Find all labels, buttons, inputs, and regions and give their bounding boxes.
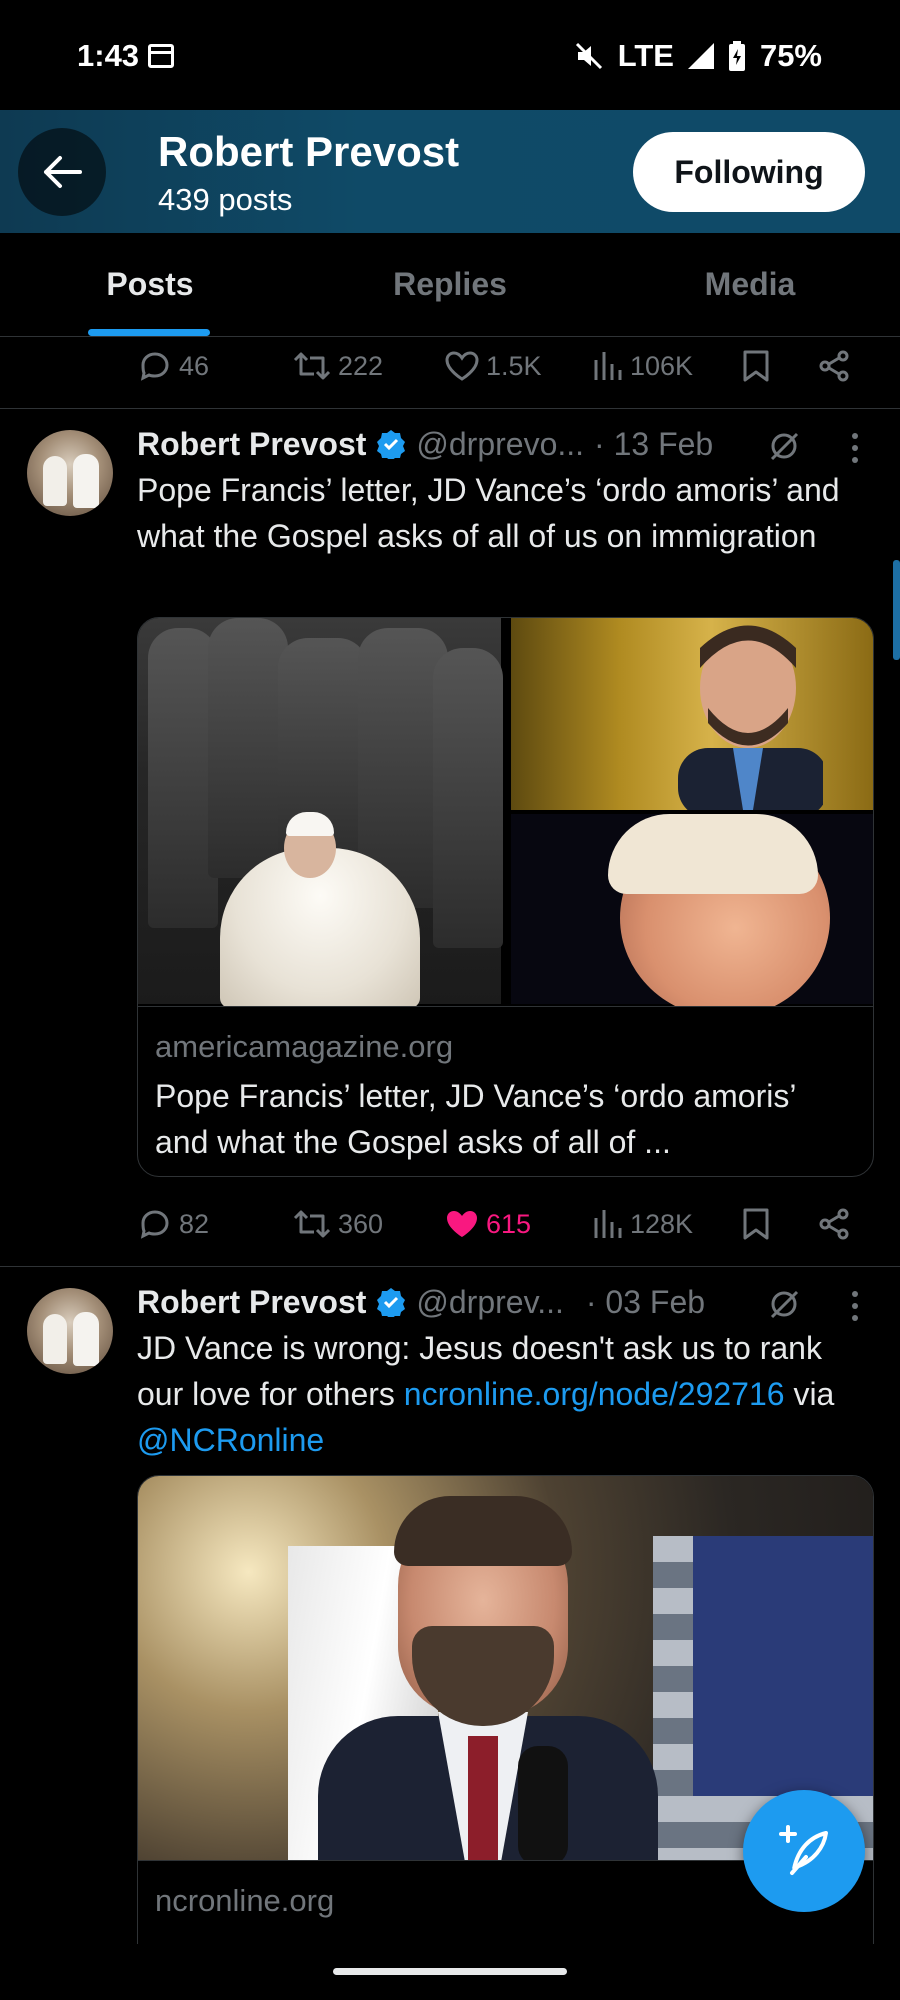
compose-button[interactable] — [743, 1790, 865, 1912]
views-icon — [594, 352, 622, 380]
share-icon — [819, 1208, 849, 1240]
heart-icon — [445, 351, 479, 381]
repost-count: 360 — [338, 1208, 384, 1239]
share-icon — [819, 350, 849, 382]
action-bar: 82 360 615 128K — [137, 1202, 857, 1246]
profile-name: Robert Prevost — [158, 128, 460, 175]
compose-feather-icon — [779, 1825, 828, 1875]
back-button[interactable] — [18, 128, 106, 216]
tab-media-label: Media — [704, 266, 796, 302]
bookmark-icon — [743, 1208, 769, 1240]
battery-level: 75% — [759, 38, 822, 73]
card-image — [138, 1476, 873, 1860]
like-button[interactable]: 1.5K — [444, 344, 542, 388]
status-time: 1:43 — [77, 38, 140, 73]
tweet-header: Robert Prevost @drprevo... · 13 Feb — [137, 422, 713, 466]
grok-icon[interactable] — [767, 1287, 801, 1321]
author-name[interactable]: Robert Prevost — [137, 426, 366, 463]
mute-icon — [574, 41, 604, 71]
share-button[interactable] — [818, 1202, 850, 1246]
author-name[interactable]: Robert Prevost — [137, 1284, 366, 1321]
status-bar: 1:43 LTE 75% — [0, 0, 900, 110]
card-title: Pope Francis’ letter, JD Vance’s ‘ordo a… — [155, 1078, 796, 1160]
status-icons: LTE 75% — [574, 38, 822, 74]
home-indicator[interactable] — [333, 1968, 567, 1975]
verified-badge-icon — [377, 430, 406, 459]
repost-icon — [293, 1210, 331, 1238]
reply-icon — [140, 1210, 169, 1239]
like-count: 1.5K — [486, 350, 542, 381]
arrow-left-icon — [44, 156, 82, 188]
author-handle[interactable]: @drprevo... — [416, 426, 584, 463]
tab-posts-label: Posts — [106, 266, 194, 302]
bookmark-button[interactable] — [742, 344, 770, 388]
reply-count: 82 — [179, 1208, 210, 1239]
repost-button[interactable]: 222 — [292, 344, 383, 388]
action-bar: 46 222 1.5K 106K — [137, 344, 857, 388]
bookmark-icon — [743, 350, 769, 382]
following-button[interactable]: Following — [633, 132, 865, 212]
battery-icon — [728, 41, 746, 71]
tab-posts[interactable]: Posts — [0, 233, 300, 336]
verified-badge-icon — [377, 1288, 406, 1317]
views-icon — [594, 1210, 622, 1238]
card-domain: americamagazine.org — [155, 1029, 454, 1064]
reply-count: 46 — [179, 350, 210, 381]
repost-count: 222 — [338, 350, 384, 381]
avatar[interactable] — [27, 1288, 113, 1374]
link-card[interactable]: ncronline.org — [137, 1475, 874, 1995]
views-button[interactable]: 106K — [592, 344, 693, 388]
divider — [0, 408, 900, 409]
active-tab-indicator — [88, 329, 210, 336]
tweet-date: · 03 Feb — [585, 1283, 706, 1320]
like-count: 615 — [486, 1208, 532, 1239]
avatar[interactable] — [27, 430, 113, 516]
bookmark-button[interactable] — [742, 1202, 770, 1246]
profile-header: Robert Prevost 439 posts Following — [0, 110, 900, 233]
card-image — [138, 618, 873, 1006]
tweet-text: JD Vance is wrong: Jesus doesn't ask us … — [137, 1325, 867, 1463]
network-label: LTE — [617, 38, 674, 73]
heart-filled-icon — [447, 1211, 477, 1237]
share-button[interactable] — [818, 344, 850, 388]
views-button[interactable]: 128K — [592, 1202, 693, 1246]
more-options-icon[interactable] — [852, 433, 860, 463]
post-count: 439 posts — [158, 182, 293, 217]
tweet-link[interactable]: ncronline.org/node/292716 — [404, 1376, 785, 1412]
like-button[interactable]: 615 — [444, 1202, 531, 1246]
more-options-icon[interactable] — [852, 1291, 860, 1321]
view-count: 128K — [630, 1208, 694, 1239]
reply-icon — [140, 352, 169, 381]
view-count: 106K — [630, 350, 694, 381]
repost-icon — [293, 352, 331, 380]
calendar-icon — [148, 44, 174, 68]
tweet-text: Pope Francis’ letter, JD Vance’s ‘ordo a… — [137, 472, 840, 554]
scrollbar[interactable] — [893, 560, 900, 660]
reply-button[interactable]: 46 — [137, 344, 209, 388]
tweet-date: · 13 Feb — [594, 425, 714, 462]
repost-button[interactable]: 360 — [292, 1202, 383, 1246]
tab-replies-label: Replies — [393, 266, 507, 302]
tab-replies[interactable]: Replies — [300, 233, 600, 336]
signal-icon — [687, 43, 714, 69]
tweet-header: Robert Prevost @drprev... · 03 Feb — [137, 1280, 705, 1324]
profile-tabs: Posts Replies Media — [0, 233, 900, 337]
mention-link[interactable]: @NCRonline — [137, 1422, 324, 1458]
link-card[interactable]: americamagazine.org Pope Francis’ letter… — [137, 617, 874, 1177]
divider — [0, 1266, 900, 1267]
author-handle[interactable]: @drprev... — [416, 1284, 563, 1321]
tab-media[interactable]: Media — [600, 233, 900, 336]
grok-icon[interactable] — [767, 429, 801, 463]
tweet-text-via: via — [784, 1376, 835, 1412]
reply-button[interactable]: 82 — [137, 1202, 209, 1246]
